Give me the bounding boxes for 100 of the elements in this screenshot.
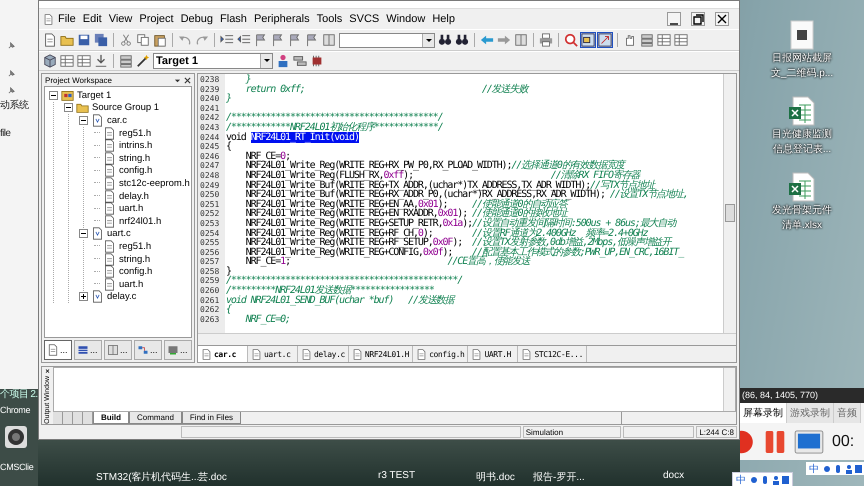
open-folder-icon[interactable] xyxy=(60,33,74,47)
tree-item[interactable]: reg51.h xyxy=(119,240,152,252)
menu-item[interactable]: SVCS xyxy=(346,13,382,25)
magnifier-icon[interactable] xyxy=(564,33,578,47)
tree-item[interactable]: delay.h xyxy=(119,190,149,202)
document-icon[interactable] xyxy=(43,14,54,24)
tree-item[interactable]: car.c xyxy=(107,114,128,126)
output-tab[interactable]: Find in Files xyxy=(182,412,242,424)
cut-icon[interactable] xyxy=(119,33,133,47)
copy-icon[interactable] xyxy=(136,33,150,47)
wand-icon[interactable] xyxy=(136,54,150,68)
book-icon[interactable] xyxy=(514,33,528,47)
tree-item[interactable]: intrins.h xyxy=(119,140,152,152)
panel-tab[interactable]: ... xyxy=(134,340,162,360)
menu-item[interactable]: Edit xyxy=(80,13,105,25)
menu-item[interactable]: Flash xyxy=(217,13,250,25)
tree-item[interactable]: nrf24l01.h xyxy=(119,216,162,227)
grid-icon[interactable] xyxy=(77,54,91,68)
menu-item[interactable]: Peripherals xyxy=(250,13,313,25)
chip-icon[interactable] xyxy=(310,54,324,68)
target-dropdown[interactable]: Target 1 xyxy=(153,53,273,69)
pin-icon[interactable] xyxy=(8,70,15,77)
menu-item[interactable]: File xyxy=(55,13,79,25)
bookmark-icon[interactable] xyxy=(254,33,268,47)
save-icon[interactable] xyxy=(77,33,91,47)
panel-tab[interactable]: ... xyxy=(104,340,132,360)
collapse-icon[interactable] xyxy=(49,90,58,100)
desktop-icon-label[interactable]: CMSClie xyxy=(0,462,34,472)
bookmark-icon[interactable] xyxy=(288,33,302,47)
desktop-icon-label[interactable]: 芸.doc xyxy=(198,470,227,484)
collapse-icon[interactable] xyxy=(79,116,88,125)
recorder-tab[interactable]: 屏幕录制 xyxy=(740,403,787,423)
menu-item[interactable]: Project xyxy=(136,13,177,25)
dropdown-icon[interactable] xyxy=(174,76,181,84)
tree-item[interactable]: uart.h xyxy=(119,278,144,290)
grid-icon[interactable] xyxy=(60,54,74,68)
tree-item[interactable]: uart.c xyxy=(107,228,131,240)
tree-item[interactable]: string.h xyxy=(119,152,150,164)
output-tab[interactable]: Command xyxy=(129,412,182,424)
collapse-icon[interactable] xyxy=(79,229,88,238)
pin-icon[interactable] xyxy=(8,42,15,49)
tree-item[interactable]: delay.c xyxy=(107,291,136,302)
close-icon[interactable] xyxy=(44,369,51,374)
screen-button[interactable] xyxy=(794,430,824,454)
grid-icon[interactable] xyxy=(674,33,688,47)
stack-icon[interactable] xyxy=(640,33,654,47)
tree-item[interactable]: config.h xyxy=(119,165,152,176)
vertical-scrollbar[interactable] xyxy=(723,74,736,333)
desktop-icon-label[interactable]: 明书.doc xyxy=(476,470,515,484)
tree-item[interactable]: Source Group 1 xyxy=(92,102,160,114)
desktop-icon-label[interactable]: r3 TEST xyxy=(378,470,416,481)
horizontal-scrollbar[interactable] xyxy=(198,333,736,345)
tree-item[interactable]: stc12c-eeprom.h xyxy=(119,178,190,189)
grid-icon[interactable] xyxy=(657,33,671,47)
tree-item[interactable]: config.h xyxy=(119,266,152,278)
desktop-icon-label[interactable]: 报告-罗开... xyxy=(533,470,585,484)
menu-item[interactable]: Tools xyxy=(314,13,346,25)
recorder-tab[interactable]: 音频 xyxy=(834,403,861,423)
new-file-icon[interactable] xyxy=(43,33,57,47)
tree-item[interactable]: Target 1 xyxy=(77,90,112,101)
input-method-bar[interactable]: 中 xyxy=(806,462,864,475)
window-icon[interactable] xyxy=(581,33,595,47)
recorder-tab[interactable]: 游戏录制 xyxy=(787,403,834,423)
speaker-icon[interactable] xyxy=(4,425,28,449)
input-method-bar[interactable]: 中 xyxy=(732,472,793,486)
pin-icon[interactable] xyxy=(8,87,15,94)
people-icon[interactable] xyxy=(276,54,290,68)
desktop-icon-label[interactable]: 片机代码生... xyxy=(141,470,200,484)
file-tab[interactable]: car.c xyxy=(198,346,248,362)
expand-icon[interactable] xyxy=(79,292,88,302)
menu-item[interactable]: View xyxy=(106,13,136,25)
desktop-icon-label[interactable]: docx xyxy=(663,470,684,481)
desktop-icon-label[interactable]: file xyxy=(0,128,10,139)
hand-icon[interactable] xyxy=(623,33,637,47)
stack-icon[interactable] xyxy=(119,54,133,68)
download-icon[interactable] xyxy=(94,54,108,68)
panel-tab[interactable]: ... xyxy=(44,340,72,360)
spreadsheet-file-icon[interactable] xyxy=(787,172,817,202)
menu-item[interactable]: Debug xyxy=(178,13,216,25)
spreadsheet-file-icon[interactable] xyxy=(787,96,817,126)
output-tab[interactable]: Build xyxy=(93,412,129,424)
desktop-icon-label[interactable]: 动系统 xyxy=(0,98,28,112)
desktop-icon-label[interactable]: Chrome xyxy=(0,405,30,415)
book-icon[interactable] xyxy=(322,33,336,47)
record-button[interactable] xyxy=(740,430,756,454)
window-icon[interactable] xyxy=(598,33,612,47)
panel-tab[interactable]: ... xyxy=(164,340,192,360)
menu-item[interactable]: Help xyxy=(429,13,458,25)
print-icon[interactable] xyxy=(539,33,553,47)
tree-item[interactable]: uart.h xyxy=(119,203,144,214)
menu-item[interactable]: Window xyxy=(383,13,428,25)
vertical-scrollbar[interactable] xyxy=(723,368,735,411)
cube-icon[interactable] xyxy=(43,54,57,68)
layers-icon[interactable] xyxy=(293,54,307,68)
close-icon[interactable] xyxy=(184,76,191,84)
binoculars-icon[interactable] xyxy=(455,33,469,47)
bookmark-icon[interactable] xyxy=(271,33,285,47)
tree-item[interactable]: string.h xyxy=(119,254,150,265)
back-arrow-icon[interactable] xyxy=(480,33,494,47)
desktop-icon-label[interactable]: 个项目 2. xyxy=(0,387,38,401)
